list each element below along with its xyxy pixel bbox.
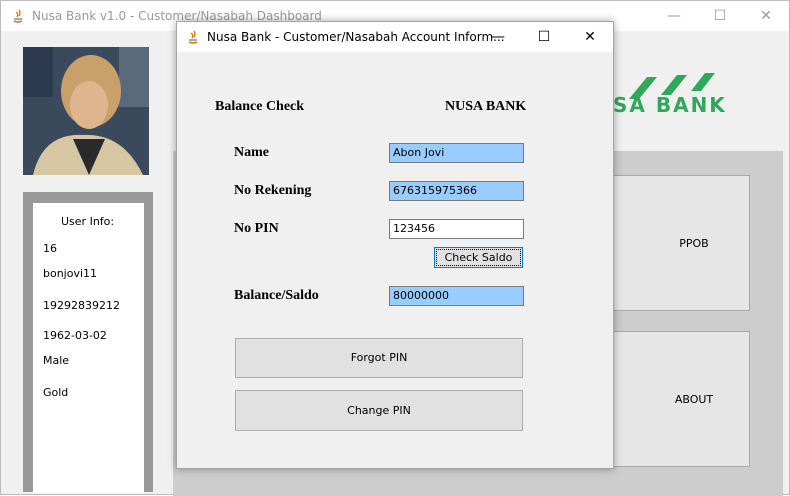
rekening-label: No Rekening [234, 183, 312, 198]
java-icon [13, 9, 23, 23]
java-icon [188, 30, 198, 44]
dialog-minimize-button[interactable]: — [475, 22, 521, 52]
user-birthdate: 1962-03-02 [43, 329, 107, 342]
balance-field[interactable]: 80000000 [389, 286, 524, 306]
pin-label: No PIN [234, 221, 279, 236]
user-info-header: User Info: [61, 215, 115, 228]
check-saldo-button[interactable]: Check Saldo [434, 247, 523, 268]
forgot-pin-button[interactable]: Forgot PIN [235, 338, 523, 378]
balance-check-heading: Balance Check [215, 99, 305, 114]
change-pin-button[interactable]: Change PIN [235, 390, 523, 431]
name-label: Name [234, 145, 269, 160]
user-username: bonjovi11 [43, 267, 98, 280]
pin-field[interactable]: 123456 [389, 219, 524, 239]
rekening-field[interactable]: 676315975366 [389, 181, 524, 201]
user-gender: Male [43, 354, 70, 367]
account-info-dialog: Nusa Bank - Customer/Nasabah Account Inf… [176, 21, 614, 469]
dialog-titlebar: Nusa Bank - Customer/Nasabah Account Inf… [177, 22, 613, 52]
user-id: 16 [43, 242, 57, 255]
dialog-title: Nusa Bank - Customer/Nasabah Account Inf… [207, 30, 505, 44]
name-field[interactable]: Abon Jovi [389, 143, 524, 163]
dialog-close-button[interactable]: ✕ [567, 22, 613, 52]
user-phone: 19292839212 [43, 299, 120, 312]
main-maximize-button[interactable]: ☐ [697, 1, 743, 31]
user-tier: Gold [43, 386, 69, 399]
dialog-maximize-button[interactable]: ☐ [521, 22, 567, 52]
balance-label: Balance/Saldo [234, 288, 319, 303]
bank-logo-text: SA BANK [613, 93, 727, 117]
main-minimize-button[interactable]: — [651, 1, 697, 31]
main-close-button[interactable]: ✕ [743, 1, 789, 31]
bank-name-label: NUSA BANK [445, 99, 527, 114]
user-photo [23, 47, 149, 175]
